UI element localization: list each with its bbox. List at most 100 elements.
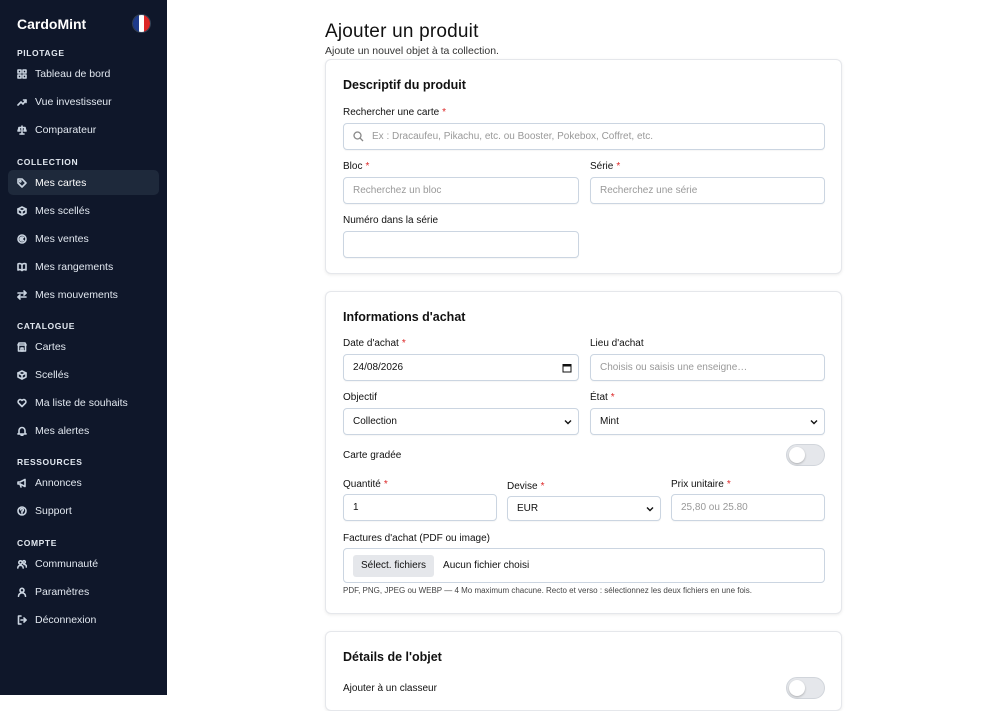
sidebar-item-mes-alertes[interactable]: Mes alertes [8, 418, 159, 443]
scale-icon [17, 124, 27, 135]
chevron-down-icon [646, 506, 654, 511]
sidebar-item-label: Mes cartes [35, 176, 87, 189]
classeur-toggle[interactable] [786, 677, 825, 699]
carte-gradee-label: Carte gradée [343, 450, 402, 461]
etat-label: État * [590, 392, 615, 403]
objectif-value: Collection [353, 416, 397, 427]
dashboard-icon [17, 68, 27, 79]
card-details-objet: Détails de l'objet Ajouter à un classeur [325, 631, 842, 711]
logout-icon [17, 614, 27, 625]
select-files-button[interactable]: Sélect. fichiers [353, 554, 435, 577]
lieu-achat-placeholder: Choisis ou saisis une enseigne… [600, 362, 748, 373]
heart-icon [17, 398, 27, 408]
devise-label: Devise * [507, 481, 545, 492]
date-achat-input[interactable]: 24/08/2026 [343, 354, 579, 381]
euro-icon [17, 233, 27, 244]
sidebar-item-mes-cartes[interactable]: Mes cartes [8, 170, 159, 195]
page-title: Ajouter un produit [325, 21, 479, 42]
sidebar-item-label: Mes alertes [35, 424, 90, 437]
card-informations-achat: Informations d'achat Date d'achat * 24/08… [325, 291, 842, 614]
classeur-label: Ajouter à un classeur [343, 683, 437, 694]
sidebar-item-parametres[interactable]: Paramètres [8, 579, 159, 604]
tag-icon [17, 177, 27, 188]
quantite-label: Quantité * [343, 479, 388, 490]
sidebar-item-liste-souhaits[interactable]: Ma liste de souhaits [8, 390, 159, 415]
sidebar-item-vue-investisseur[interactable]: Vue investisseur [8, 89, 159, 114]
section-title-catalogue: CATALOGUE [17, 321, 75, 331]
sidebar-item-mes-scelles[interactable]: Mes scellés [8, 198, 159, 223]
sidebar-item-deconnexion[interactable]: Déconnexion [8, 607, 159, 632]
sidebar-item-mes-rangements[interactable]: Mes rangements [8, 254, 159, 279]
sidebar-item-annonces[interactable]: Annonces [8, 470, 159, 495]
search-card-input[interactable]: Ex : Dracaufeu, Pikachu, etc. ou Booster… [343, 123, 825, 150]
sidebar-item-label: Mes rangements [35, 260, 114, 273]
quantite-input[interactable]: 1 [343, 494, 497, 521]
carte-gradee-toggle[interactable] [786, 444, 825, 466]
sidebar-item-label: Cartes [35, 340, 66, 353]
sidebar-item-label: Mes scellés [35, 204, 90, 217]
search-card-placeholder: Ex : Dracaufeu, Pikachu, etc. ou Booster… [372, 131, 654, 142]
search-icon [353, 131, 364, 142]
lieu-achat-input[interactable]: Choisis ou saisis une enseigne… [590, 354, 825, 381]
bloc-label: Bloc * [343, 161, 370, 172]
arrows-icon [17, 289, 27, 300]
sidebar-item-label: Tableau de bord [35, 67, 111, 80]
lieu-achat-label: Lieu d'achat [590, 338, 644, 349]
sidebar-item-label: Annonces [35, 476, 82, 489]
factures-label: Factures d'achat (PDF ou image) [343, 533, 490, 544]
sidebar-item-label: Communauté [35, 557, 99, 570]
french-flag-icon[interactable] [133, 15, 150, 32]
bell-icon [17, 426, 27, 436]
main-content: Ajouter un produit Ajoute un nouvel obje… [167, 0, 1000, 711]
card-title: Détails de l'objet [343, 650, 442, 664]
sidebar: CardoMint PILOTAGE Tableau de bord Vue i… [0, 0, 167, 695]
objectif-label: Objectif [343, 392, 377, 403]
etat-select[interactable]: Mint [590, 408, 825, 435]
sidebar-item-label: Scellés [35, 368, 69, 381]
file-hint: PDF, PNG, JPEG ou WEBP — 4 Mo maximum ch… [343, 586, 752, 595]
sidebar-item-comparateur[interactable]: Comparateur [8, 117, 159, 142]
toggle-knob [789, 447, 805, 463]
prix-unitaire-input[interactable]: 25,80 ou 25.80 [671, 494, 825, 521]
sidebar-item-label: Déconnexion [35, 613, 97, 626]
section-title-collection: COLLECTION [17, 157, 79, 167]
serie-input[interactable]: Recherchez une série [590, 177, 825, 204]
sidebar-item-label: Comparateur [35, 123, 97, 136]
package-icon [17, 205, 27, 216]
page-subtitle: Ajoute un nouvel objet à ta collection. [325, 45, 499, 57]
calendar-icon[interactable] [562, 363, 572, 373]
objectif-select[interactable]: Collection [343, 408, 579, 435]
sidebar-item-communaute[interactable]: Communauté [8, 551, 159, 576]
bloc-input[interactable]: Recherchez un bloc [343, 177, 579, 204]
section-title-ressources: RESSOURCES [17, 457, 83, 467]
sidebar-item-mes-ventes[interactable]: Mes ventes [8, 226, 159, 251]
bloc-placeholder: Recherchez un bloc [353, 185, 442, 196]
date-achat-label: Date d'achat * [343, 338, 406, 349]
card-descriptif-produit: Descriptif du produit Rechercher une car… [325, 59, 842, 274]
users-icon [17, 559, 27, 569]
card-title: Descriptif du produit [343, 78, 466, 92]
sidebar-item-support[interactable]: Support [8, 498, 159, 523]
app-logo[interactable]: CardoMint [17, 16, 86, 32]
numero-label: Numéro dans la série [343, 215, 439, 226]
numero-input[interactable] [343, 231, 579, 258]
sidebar-item-label: Mes mouvements [35, 288, 118, 301]
sidebar-item-label: Vue investisseur [35, 95, 112, 108]
sidebar-item-scelles[interactable]: Scellés [8, 362, 159, 387]
megaphone-icon [17, 478, 27, 488]
devise-select[interactable]: EUR [507, 496, 661, 521]
sidebar-item-cartes[interactable]: Cartes [8, 334, 159, 359]
file-status: Aucun fichier choisi [443, 560, 530, 571]
sidebar-item-mes-mouvements[interactable]: Mes mouvements [8, 282, 159, 307]
section-title-pilotage: PILOTAGE [17, 48, 65, 58]
sidebar-item-tableau-de-bord[interactable]: Tableau de bord [8, 61, 159, 86]
prix-unitaire-label: Prix unitaire * [671, 479, 731, 490]
sidebar-item-label: Mes ventes [35, 232, 89, 245]
package-icon [17, 369, 27, 380]
sidebar-item-label: Ma liste de souhaits [35, 396, 128, 409]
factures-file-input[interactable]: Sélect. fichiers Aucun fichier choisi [343, 548, 825, 583]
help-icon [17, 505, 27, 516]
devise-value: EUR [517, 503, 539, 514]
toggle-knob [789, 680, 805, 696]
book-icon [17, 262, 27, 272]
